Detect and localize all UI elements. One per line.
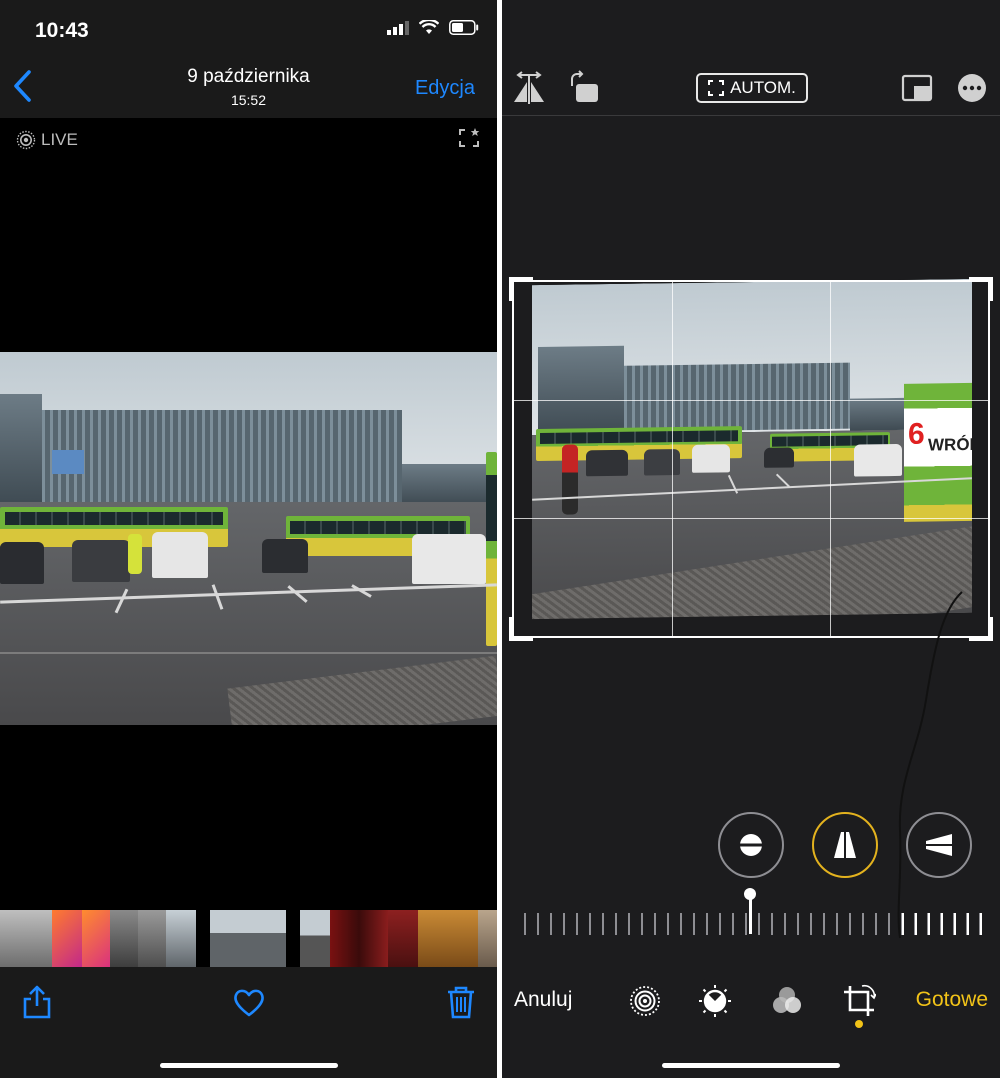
photo-editor: AUTOM. 6 WRÓBL Anuluj Gotowe (502, 0, 1000, 1078)
thumbnail[interactable] (166, 910, 196, 967)
wifi-icon (419, 20, 439, 34)
thumbnail[interactable] (300, 910, 330, 967)
thumbnail (286, 910, 300, 967)
thumbnail (196, 910, 210, 967)
thumbnail[interactable] (478, 910, 497, 967)
horizontal-perspective-icon (924, 834, 954, 856)
status-time: 10:43 (35, 19, 89, 42)
horizontal-perspective-button[interactable] (906, 812, 972, 878)
crop-frame[interactable] (512, 280, 990, 638)
straighten-icon (735, 834, 767, 856)
thumbnail[interactable] (82, 910, 110, 967)
live-photo-icon (16, 130, 36, 150)
straighten-button[interactable] (718, 812, 784, 878)
thumbnail[interactable] (110, 910, 138, 967)
status-bar: 10:43 (0, 0, 497, 56)
slider-indicator (744, 888, 756, 934)
thumbnail[interactable] (138, 910, 166, 967)
live-label: LIVE (41, 130, 78, 149)
trash-icon[interactable] (444, 984, 478, 1020)
thumbnail[interactable] (52, 910, 82, 967)
focus-frame-icon[interactable] (457, 126, 481, 150)
auto-straighten-button[interactable]: AUTOM. (696, 73, 808, 103)
thumbnail[interactable] (0, 910, 52, 967)
crop-handle-top-left[interactable] (509, 277, 533, 301)
thumbnail[interactable] (388, 910, 418, 967)
crop-handle-bottom-right[interactable] (969, 617, 993, 641)
live-badge[interactable]: LIVE (16, 130, 78, 150)
filters-icon[interactable] (770, 984, 804, 1018)
auto-crop-icon (708, 80, 725, 96)
thumbnail-current[interactable] (210, 910, 286, 967)
status-icons (387, 20, 479, 35)
home-indicator (160, 1063, 338, 1068)
annotation-stroke (897, 591, 963, 939)
bottom-toolbar (0, 967, 497, 1078)
crop-rotate-icon[interactable] (842, 984, 876, 1018)
auto-label: AUTOM. (730, 78, 796, 97)
nav-bar: 9 października 15:52 Edycja (0, 56, 497, 118)
vertical-perspective-button[interactable] (812, 812, 878, 878)
flip-horizontal-icon[interactable] (512, 70, 546, 106)
active-tool-indicator (855, 1020, 863, 1028)
aspect-ratio-icon[interactable] (900, 70, 934, 106)
edit-button[interactable]: Edycja (415, 77, 475, 100)
cancel-button[interactable]: Anuluj (514, 988, 572, 1012)
live-photo-icon[interactable] (628, 984, 662, 1018)
vertical-perspective-icon (834, 830, 856, 860)
done-button[interactable]: Gotowe (916, 988, 988, 1012)
adjust-icon[interactable] (698, 984, 732, 1018)
crop-area[interactable]: 6 WRÓBL (509, 277, 993, 641)
main-photo[interactable] (0, 352, 497, 725)
crop-handle-top-right[interactable] (969, 277, 993, 301)
thumbnail[interactable] (418, 910, 478, 967)
crop-handle-bottom-left[interactable] (509, 617, 533, 641)
photo-viewer: 10:43 9 października 15:52 Edycja LIVE (0, 0, 497, 1078)
more-icon[interactable] (955, 70, 989, 106)
home-indicator (662, 1063, 840, 1068)
signal-icon (387, 20, 409, 35)
rotate-icon[interactable] (568, 70, 602, 106)
heart-icon[interactable] (232, 984, 266, 1020)
share-icon[interactable] (20, 984, 54, 1020)
thumbnail[interactable] (330, 910, 388, 967)
editor-top-bar: AUTOM. (502, 0, 1000, 116)
battery-icon (449, 20, 479, 35)
thumbnail-strip[interactable] (0, 910, 497, 967)
